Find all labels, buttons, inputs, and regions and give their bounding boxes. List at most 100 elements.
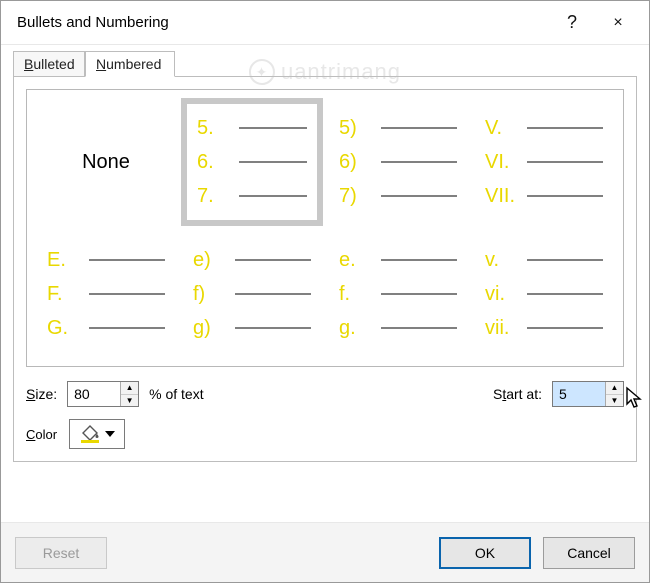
tab-strip: Bulleted Numbered — [13, 51, 637, 77]
sample-line — [381, 293, 457, 295]
sample-number: v. — [485, 249, 519, 272]
style-sample-row: 5) — [339, 117, 457, 139]
none-label: None — [82, 151, 130, 174]
style-sample-row: 5. — [197, 117, 307, 139]
start-at-input[interactable] — [553, 382, 605, 406]
sample-number: E. — [47, 249, 81, 272]
sample-line — [381, 195, 457, 197]
style-sample-row: v. — [485, 249, 603, 271]
style-sample-row: vii. — [485, 317, 603, 339]
size-spin-down-icon[interactable]: ▼ — [121, 395, 138, 407]
start-at-spin-buttons[interactable]: ▲ ▼ — [605, 382, 623, 406]
sample-line — [527, 195, 603, 197]
number-style-none[interactable]: None — [35, 98, 177, 226]
ok-button[interactable]: OK — [439, 537, 531, 569]
start-at-spin-down-icon[interactable]: ▼ — [606, 395, 623, 407]
style-sample-row: 7. — [197, 185, 307, 207]
style-sample-row: G. — [47, 317, 165, 339]
sample-line — [235, 327, 311, 329]
sample-line — [235, 293, 311, 295]
sample-number: g) — [193, 317, 227, 340]
sample-line — [89, 259, 165, 261]
sample-number: vi. — [485, 283, 519, 306]
sample-line — [235, 259, 311, 261]
style-sample-row: 6. — [197, 151, 307, 173]
titlebar: Bullets and Numbering ? × — [1, 1, 649, 45]
style-sample-row: VII. — [485, 185, 603, 207]
start-at-spin-up-icon[interactable]: ▲ — [606, 382, 623, 395]
number-style-arabic_period[interactable]: 5. 6. 7. — [181, 98, 323, 226]
help-button[interactable]: ? — [549, 1, 595, 45]
style-sample-row: f. — [339, 283, 457, 305]
chevron-down-icon — [105, 431, 115, 437]
style-sample-row: V. — [485, 117, 603, 139]
size-suffix: % of text — [149, 386, 203, 402]
sample-line — [527, 293, 603, 295]
number-style-lower_alpha_paren[interactable]: e) f) g) — [181, 230, 323, 358]
number-style-arabic_paren[interactable]: 5) 6) 7) — [327, 98, 469, 226]
sample-line — [381, 259, 457, 261]
size-label: Size: — [26, 386, 57, 402]
color-button[interactable] — [69, 419, 125, 449]
sample-line — [381, 327, 457, 329]
sample-line — [239, 161, 307, 163]
size-start-row: Size: ▲ ▼ % of text Start at: ▲ ▼ — [26, 381, 624, 407]
style-sample-row: e) — [193, 249, 311, 271]
sample-line — [89, 293, 165, 295]
sample-number: 5) — [339, 117, 373, 140]
size-input[interactable] — [68, 382, 120, 406]
number-style-lower_alpha_period[interactable]: e. f. g. — [327, 230, 469, 358]
sample-line — [527, 161, 603, 163]
sample-number: e. — [339, 249, 373, 272]
sample-number: F. — [47, 283, 81, 306]
number-style-upper_roman[interactable]: V. VI. VII. — [473, 98, 615, 226]
sample-line — [239, 127, 307, 129]
start-at-label: Start at: — [493, 386, 542, 402]
sample-number: VI. — [485, 151, 519, 174]
sample-line — [527, 259, 603, 261]
sample-number: f) — [193, 283, 227, 306]
sample-number: 7) — [339, 185, 373, 208]
sample-number: 5. — [197, 117, 231, 140]
sample-line — [527, 127, 603, 129]
cancel-button[interactable]: Cancel — [543, 537, 635, 569]
style-sample-row: g. — [339, 317, 457, 339]
paint-bucket-icon — [79, 424, 101, 444]
tab-panel-numbered: None 5. 6. 7. 5) 6) 7) V. VI. VII. E. F. G. e) f) g) e. f… — [13, 76, 637, 462]
number-style-gallery: None 5. 6. 7. 5) 6) 7) V. VI. VII. E. F. G. e) f) g) e. f… — [26, 89, 624, 367]
size-spin-buttons[interactable]: ▲ ▼ — [120, 382, 138, 406]
tab-numbered[interactable]: Numbered — [85, 51, 175, 77]
sample-line — [381, 127, 457, 129]
tab-bulleted[interactable]: Bulleted — [13, 51, 85, 77]
style-sample-row: 6) — [339, 151, 457, 173]
sample-number: vii. — [485, 317, 519, 340]
style-sample-row: e. — [339, 249, 457, 271]
style-sample-row: g) — [193, 317, 311, 339]
sample-number: e) — [193, 249, 227, 272]
size-spin-up-icon[interactable]: ▲ — [121, 382, 138, 395]
dialog-content: Bulleted Numbered None5.6.7.5)6)7)V.VI.V… — [1, 45, 649, 522]
cursor-icon — [625, 386, 645, 410]
color-label: Color — [26, 427, 57, 442]
number-style-upper_alpha[interactable]: E. F. G. — [35, 230, 177, 358]
close-button[interactable]: × — [595, 1, 641, 45]
sample-line — [89, 327, 165, 329]
sample-number: VII. — [485, 185, 519, 208]
dialog-title: Bullets and Numbering — [17, 14, 549, 31]
style-sample-row: VI. — [485, 151, 603, 173]
sample-number: g. — [339, 317, 373, 340]
sample-number: V. — [485, 117, 519, 140]
style-sample-row: f) — [193, 283, 311, 305]
sample-line — [527, 327, 603, 329]
sample-number: G. — [47, 317, 81, 340]
dialog-button-row: Reset OK Cancel — [1, 522, 649, 582]
sample-line — [381, 161, 457, 163]
size-spinbox[interactable]: ▲ ▼ — [67, 381, 139, 407]
start-at-spinbox[interactable]: ▲ ▼ — [552, 381, 624, 407]
sample-number: 7. — [197, 185, 231, 208]
reset-button[interactable]: Reset — [15, 537, 107, 569]
number-style-lower_roman[interactable]: v. vi. vii. — [473, 230, 615, 358]
sample-number: 6) — [339, 151, 373, 174]
style-sample-row: 7) — [339, 185, 457, 207]
sample-number: f. — [339, 283, 373, 306]
